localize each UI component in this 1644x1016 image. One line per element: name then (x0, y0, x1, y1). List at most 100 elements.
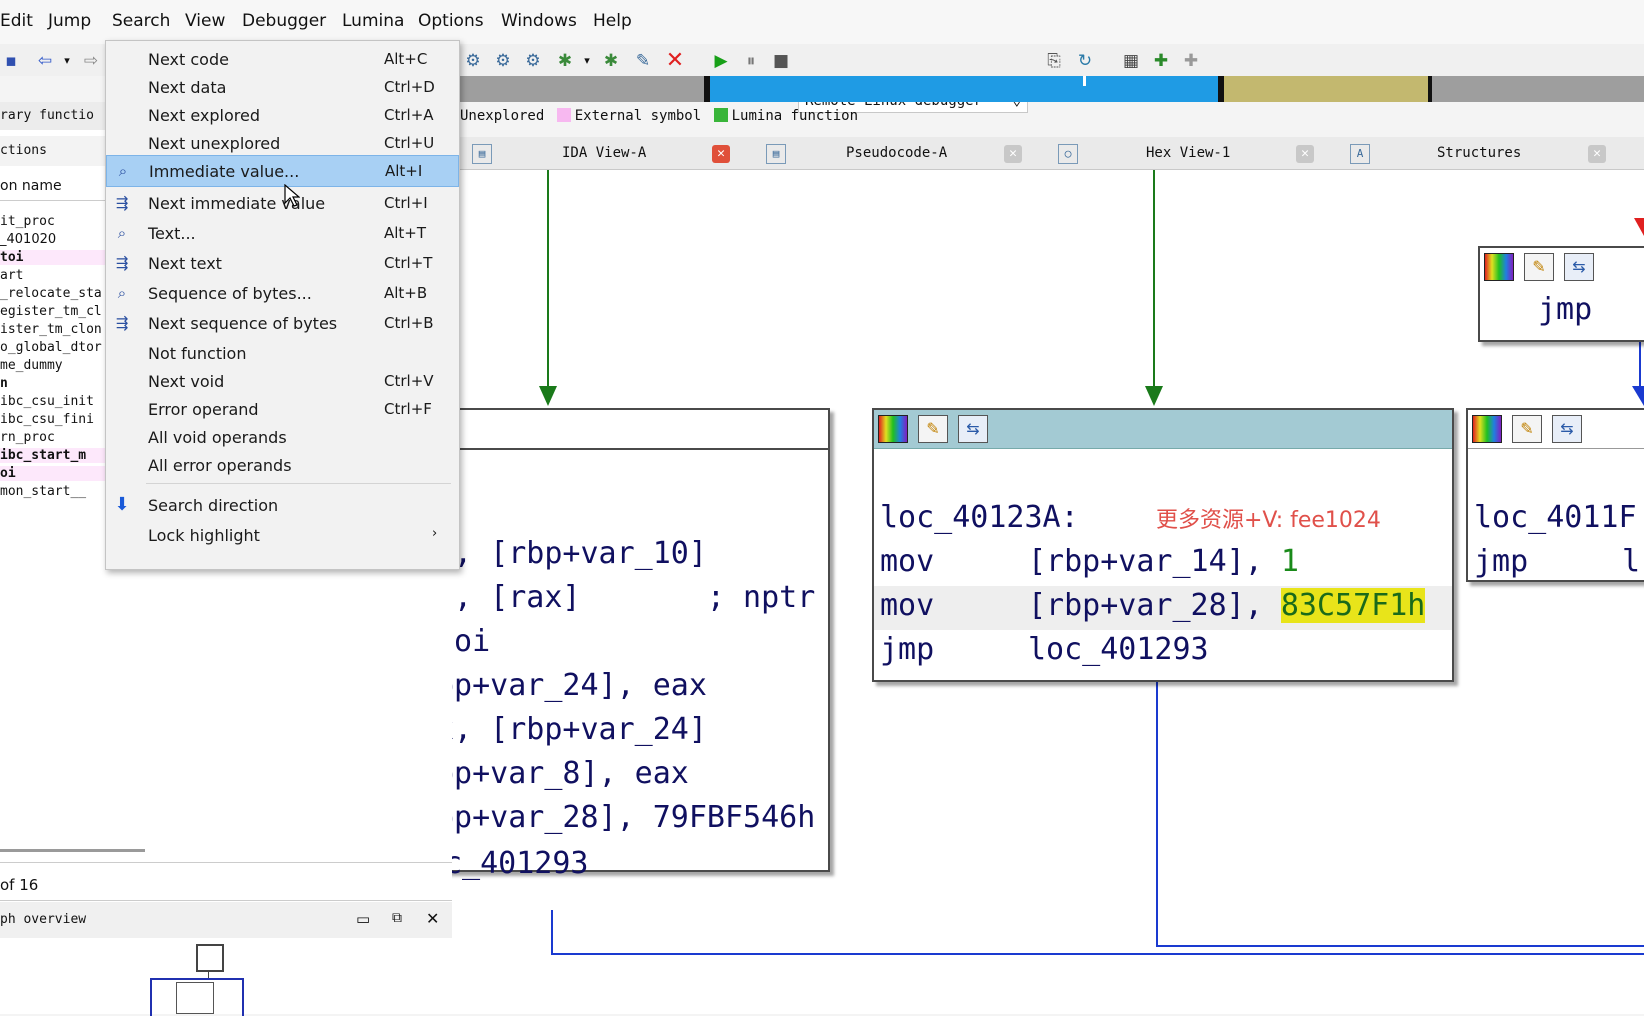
chevron-down-icon[interactable]: ▾ (576, 50, 598, 72)
function-row[interactable]: _401020 (0, 232, 56, 247)
tab-hex-view-1[interactable]: Hex View-1 (1146, 137, 1230, 169)
stop-icon[interactable]: ■ (770, 50, 792, 72)
node-color-icon[interactable] (1472, 415, 1502, 443)
function-row[interactable]: toi (0, 250, 120, 265)
node-color-icon[interactable] (878, 415, 908, 443)
save-icon[interactable]: ▪ (0, 50, 22, 72)
toolbar-tool-icon[interactable]: ✎ (632, 50, 654, 72)
node-header: ✎ ⇆ (874, 410, 1452, 449)
function-row[interactable]: rn_proc (0, 430, 55, 445)
toolbar-tool-icon[interactable]: ✱ (600, 50, 622, 72)
function-row[interactable]: mon_start__ (0, 484, 86, 499)
function-row[interactable]: ibc_csu_init (0, 394, 94, 409)
navigation-band[interactable] (440, 76, 1644, 102)
graph-node-left[interactable]: : x, [rbp+var_10] i, [rax] ; nptr toi pp… (440, 408, 830, 872)
function-row[interactable]: o_global_dtor (0, 340, 102, 355)
refresh-icon[interactable]: ↻ (1074, 50, 1096, 72)
function-row[interactable]: ibc_start_m (0, 448, 120, 463)
menu-item-text[interactable]: ⌕ Text... Alt+T (106, 219, 459, 247)
menu-item-next-data[interactable]: Next data Ctrl+D (106, 73, 459, 101)
menu-item-next-void[interactable]: Next void Ctrl+V (106, 367, 459, 395)
toolbar-tool-icon[interactable]: ⎘ (1043, 50, 1065, 72)
tab-structures[interactable]: Structures (1437, 137, 1521, 169)
toolbar-tool-icon[interactable]: ⚙ (462, 50, 484, 72)
ida-graph-view[interactable]: : x, [rbp+var_10] i, [rax] ; nptr toi pp… (440, 170, 1644, 1014)
function-row[interactable]: art (0, 268, 23, 283)
menu-help[interactable]: Help (593, 11, 632, 31)
function-row[interactable]: n (0, 376, 8, 391)
close-icon[interactable]: ✕ (712, 145, 730, 163)
menu-item-next-explored[interactable]: Next explored Ctrl+A (106, 101, 459, 129)
restore-icon[interactable]: ⧉ (392, 910, 402, 926)
legend-label: Unexplored (460, 108, 545, 124)
function-row[interactable]: ibc_csu_fini (0, 412, 94, 427)
toolbar-tool-icon[interactable]: ✚ (1150, 50, 1172, 72)
menu-item-next-text[interactable]: ⇶ Next text Ctrl+T (106, 249, 459, 277)
menu-search[interactable]: Search (112, 11, 170, 31)
next-immediate-icon: ⇶ (115, 194, 129, 212)
function-row[interactable]: it_proc (0, 214, 55, 229)
group-node-icon[interactable]: ⇆ (1552, 415, 1582, 443)
rename-node-icon[interactable]: ✎ (1512, 415, 1542, 443)
menu-item-lock-highlight[interactable]: Lock highlight › (106, 521, 459, 549)
hex-view-icon: ◯ (1058, 144, 1078, 164)
menu-item-search-direction[interactable]: ⬇ Search direction (106, 491, 459, 519)
node-color-icon[interactable] (1484, 253, 1514, 281)
menu-options[interactable]: Options (418, 11, 484, 31)
menu-lumina[interactable]: Lumina (342, 11, 404, 31)
asm-line: i, [rax] ; nptr (440, 580, 816, 615)
toolbar-tool-icon[interactable]: ▦ (1120, 50, 1142, 72)
menu-item-next-sequence-of-bytes[interactable]: ⇶ Next sequence of bytes Ctrl+B (106, 309, 459, 337)
menu-windows[interactable]: Windows (501, 11, 577, 31)
graph-overview[interactable] (0, 938, 452, 1016)
menu-item-immediate-value[interactable]: ⌕ Immediate value... Alt+I (106, 155, 459, 187)
menu-item-next-unexplored[interactable]: Next unexplored Ctrl+U (106, 129, 459, 157)
pseudocode-icon: ▤ (766, 144, 786, 164)
menu-item-all-error-operands[interactable]: All error operands (106, 451, 459, 479)
graph-node-loc-4011f[interactable]: ✎ ⇆ loc_4011F jmp l (1466, 408, 1644, 582)
graph-overview-titlebar: ph overview ▭ ⧉ ✕ (0, 902, 452, 938)
close-icon[interactable]: ✕ (664, 50, 686, 72)
column-header-function-name[interactable]: on name (0, 178, 62, 194)
menu-edit[interactable]: Edit (0, 11, 33, 31)
menu-item-next-immediate-value[interactable]: ⇶ Next immediate value Ctrl+I (106, 189, 459, 217)
toolbar-tool-icon[interactable]: ⚙ (522, 50, 544, 72)
forward-arrow-icon[interactable]: ⇨ (80, 50, 102, 72)
close-icon[interactable]: ✕ (1004, 145, 1022, 163)
chevron-down-icon[interactable]: ▾ (56, 50, 78, 72)
function-row[interactable]: egister_tm_cl (0, 304, 102, 319)
group-node-icon[interactable]: ⇆ (1564, 253, 1594, 281)
graph-node-loc-40123a[interactable]: ✎ ⇆ loc_40123A: 更多资源+V: fee1024 mov [rbp… (872, 408, 1454, 682)
close-icon[interactable]: ✕ (1588, 145, 1606, 163)
rename-node-icon[interactable]: ✎ (918, 415, 948, 443)
function-row[interactable]: _relocate_sta (0, 286, 102, 301)
menu-item-all-void-operands[interactable]: All void operands (106, 423, 459, 451)
play-icon[interactable]: ▶ (710, 50, 732, 72)
toolbar-tool-icon[interactable]: ✚ (1180, 50, 1202, 72)
close-icon[interactable]: ✕ (426, 909, 439, 928)
function-count: of 16 (0, 876, 39, 894)
close-icon[interactable]: ✕ (1296, 145, 1314, 163)
menu-item-sequence-of-bytes[interactable]: ⌕ Sequence of bytes... Alt+B (106, 279, 459, 307)
toolbar-tool-icon[interactable]: ⚙ (492, 50, 514, 72)
menu-separator (146, 483, 451, 484)
toolbar-tool-icon[interactable]: ✱ (554, 50, 576, 72)
maximize-icon[interactable]: ▭ (356, 910, 370, 928)
tab-pseudocode-a[interactable]: Pseudocode-A (846, 137, 947, 169)
menu-item-not-function[interactable]: Not function (106, 339, 459, 367)
pause-icon[interactable]: ⏸ (740, 50, 762, 72)
graph-node-right-top[interactable]: ✎ ⇆ jmp (1478, 246, 1644, 342)
menu-view[interactable]: View (185, 11, 225, 31)
function-row[interactable]: me_dummy (0, 358, 63, 373)
menu-debugger[interactable]: Debugger (242, 11, 326, 31)
horizontal-scrollbar[interactable] (0, 849, 145, 852)
menu-jump[interactable]: Jump (48, 11, 91, 31)
menu-item-next-code[interactable]: Next code Alt+C (106, 45, 459, 73)
function-row[interactable]: oi (0, 466, 120, 481)
rename-node-icon[interactable]: ✎ (1524, 253, 1554, 281)
group-node-icon[interactable]: ⇆ (958, 415, 988, 443)
back-arrow-icon[interactable]: ⇦ (34, 50, 56, 72)
function-row[interactable]: ister_tm_clon (0, 322, 102, 337)
menu-item-error-operand[interactable]: Error operand Ctrl+F (106, 395, 459, 423)
tab-ida-view-a[interactable]: IDA View-A (562, 137, 646, 169)
